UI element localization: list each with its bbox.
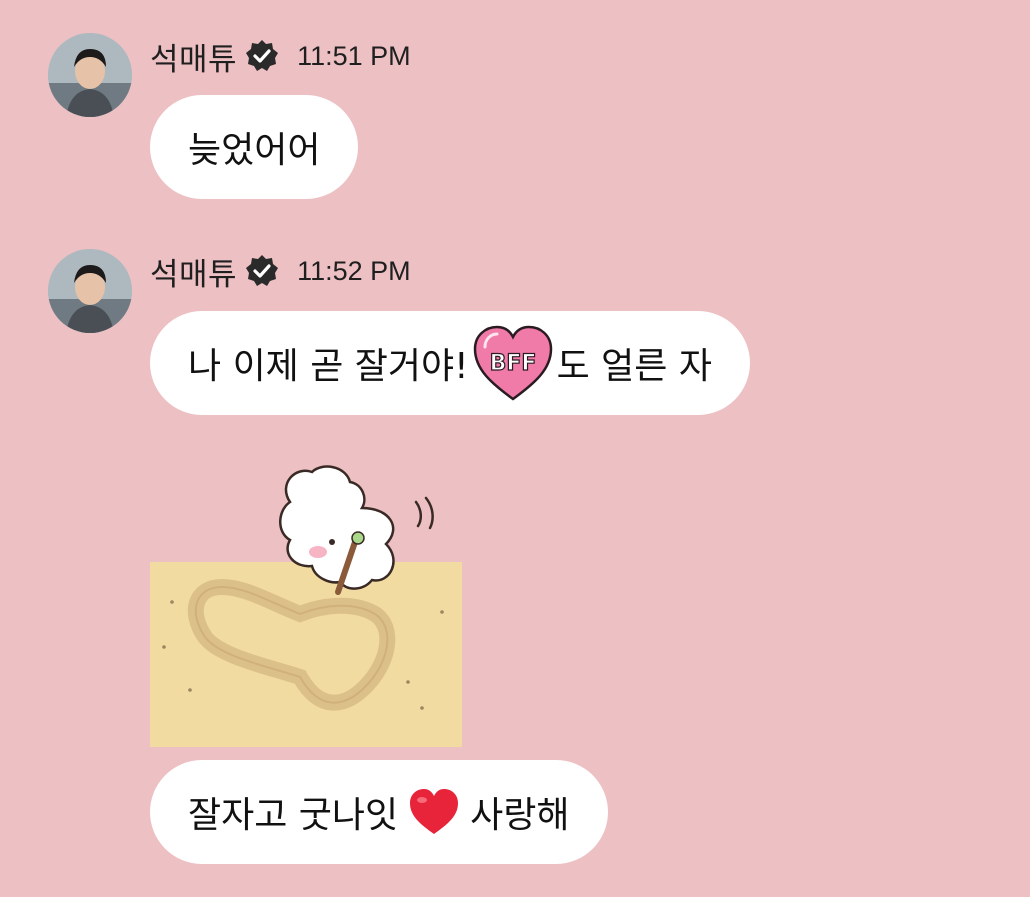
verified-badge-icon (245, 39, 279, 73)
message-text: 사랑해 (470, 795, 570, 836)
bunny-drawing-heart-sticker-icon[interactable] (150, 462, 462, 747)
verified-badge-icon (245, 254, 279, 288)
bff-sticker-text: BFF (489, 351, 536, 376)
message-header: 석매튜 11:51 PM (150, 34, 411, 79)
message-header: 석매튜 11:52 PM (150, 249, 411, 294)
message-text: 잘자고 굿나잇 (188, 795, 399, 836)
sender-avatar[interactable] (48, 249, 132, 333)
message-timestamp: 11:52 PM (297, 255, 411, 286)
message-bubble[interactable]: 늦었어어 (150, 95, 359, 199)
avatar-photo (48, 33, 132, 117)
message-text: 나 이제 곧 잘거야! (188, 346, 469, 387)
message-text: 도 얼른 자 (556, 346, 712, 387)
avatar-photo (48, 249, 132, 333)
sender-avatar[interactable] (48, 33, 132, 117)
message-text: 늦었어어 (188, 130, 321, 171)
message-timestamp: 11:51 PM (297, 40, 411, 71)
message-bubble[interactable]: 나 이제 곧 잘거야! BFF 도 얼른 자 (150, 311, 750, 415)
red-heart-icon (408, 788, 460, 836)
bff-heart-sticker-icon: BFF (471, 325, 555, 401)
sender-name[interactable]: 석매튜 (150, 249, 237, 294)
message-bubble[interactable]: 잘자고 굿나잇 사랑해 (150, 760, 608, 864)
sender-name[interactable]: 석매튜 (150, 34, 237, 79)
